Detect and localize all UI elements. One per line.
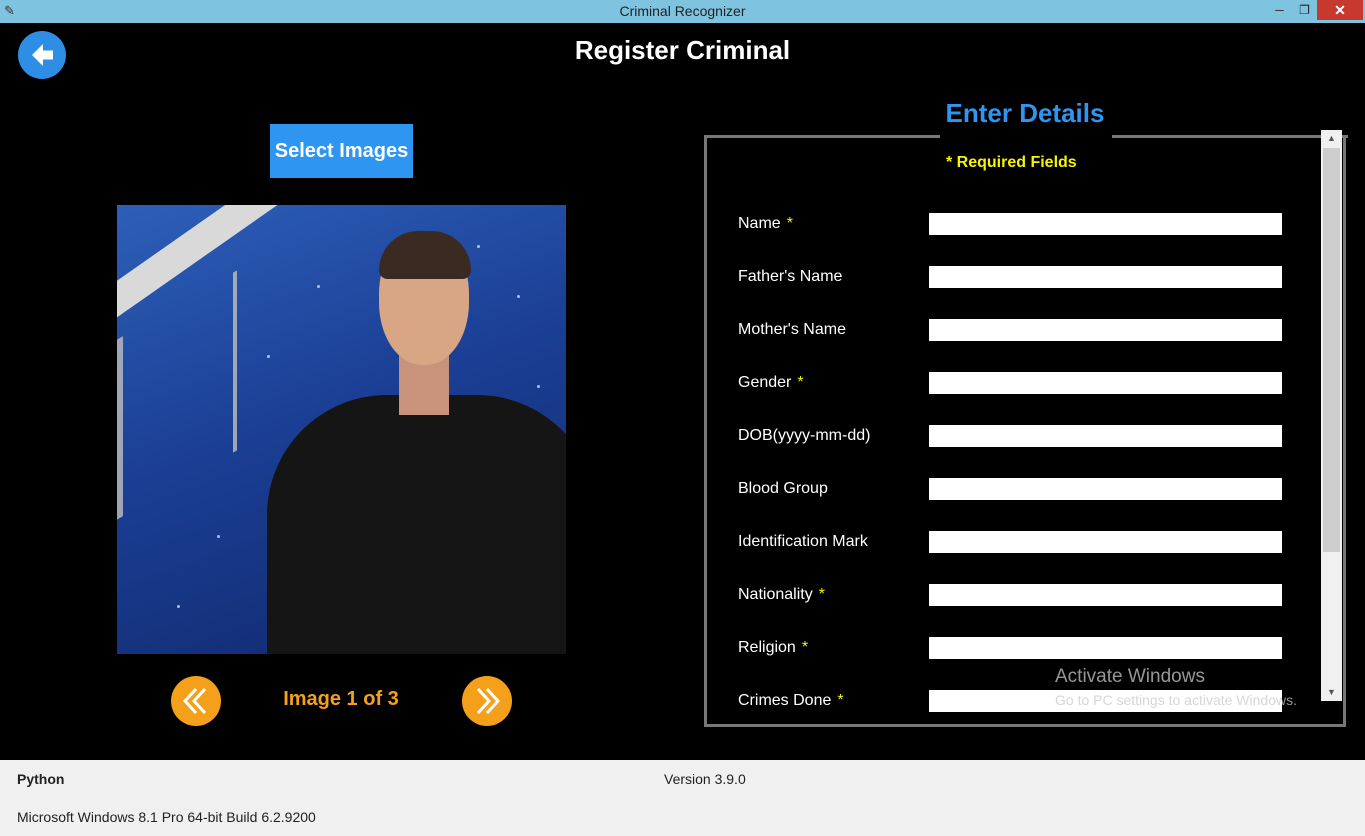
field-label-text: Mother's Name [738,321,846,338]
field-label-text: Blood Group [738,480,828,497]
required-star: * [801,639,809,656]
field-label-text: Gender [738,374,792,391]
next-image-button[interactable] [462,676,512,726]
field-label-text: Nationality [738,586,813,603]
activate-windows-title: Activate Windows [1055,666,1205,687]
field-label: Nationality * [738,586,825,604]
field-input[interactable] [929,372,1282,394]
criminal-photo [117,205,566,654]
field-label: DOB(yyyy-mm-dd) [738,427,876,445]
status-os: Microsoft Windows 8.1 Pro 64-bit Build 6… [17,809,316,825]
status-version: Version 3.9.0 [664,771,746,787]
field-input[interactable] [929,425,1282,447]
double-chevron-left-icon [182,687,207,715]
required-star: * [797,374,804,391]
field-input[interactable] [929,266,1282,288]
required-star: * [786,215,793,232]
field-label-text: Religion [738,639,796,656]
field-label: Identification Mark [738,533,874,551]
double-chevron-right-icon [476,687,501,715]
field-label: Name * [738,215,793,233]
field-input[interactable] [929,213,1282,235]
field-label-text: Name [738,215,781,232]
field-label: Crimes Done * [738,692,844,710]
scroll-down-icon[interactable]: ▼ [1321,684,1342,701]
field-input[interactable] [929,637,1282,659]
field-label: Mother's Name [738,321,852,339]
field-input[interactable] [929,319,1282,341]
details-legend: Enter Details [945,98,1105,128]
field-label-text: Crimes Done [738,692,832,709]
window-titlebar: ✎ Criminal Recognizer ─ ❐ ✕ [0,0,1365,23]
scroll-thumb[interactable] [1323,148,1340,552]
field-label: Religion * [738,639,808,657]
page-title: Register Criminal [574,35,791,65]
status-python: Python [17,771,65,787]
field-input[interactable] [929,584,1282,606]
field-label: Blood Group [738,480,834,498]
image-counter: Image 1 of 3 [283,688,399,710]
previous-image-button[interactable] [171,676,221,726]
minimize-button[interactable]: ─ [1266,0,1293,20]
required-star: * [818,586,825,603]
close-button[interactable]: ✕ [1317,0,1363,20]
field-label-text: Father's Name [738,268,843,285]
select-images-button[interactable]: Select Images [270,124,413,178]
required-star: * [837,692,844,709]
form-scrollbar[interactable]: ▲ ▼ [1321,130,1342,701]
window-title: Criminal Recognizer [619,3,746,19]
field-label: Father's Name [738,268,848,286]
field-input[interactable] [929,531,1282,553]
field-label-text: DOB(yyyy-mm-dd) [738,427,871,444]
field-input[interactable] [929,478,1282,500]
activate-windows-subtitle: Go to PC settings to activate Windows. [1055,692,1297,708]
scroll-up-icon[interactable]: ▲ [1321,130,1342,147]
required-fields-note: * Required Fields [946,154,1077,171]
field-label: Gender * [738,374,804,392]
maximize-button[interactable]: ❐ [1291,0,1318,20]
field-label-text: Identification Mark [738,533,868,550]
status-bar: Python Version 3.9.0 Microsoft Windows 8… [0,760,1365,836]
